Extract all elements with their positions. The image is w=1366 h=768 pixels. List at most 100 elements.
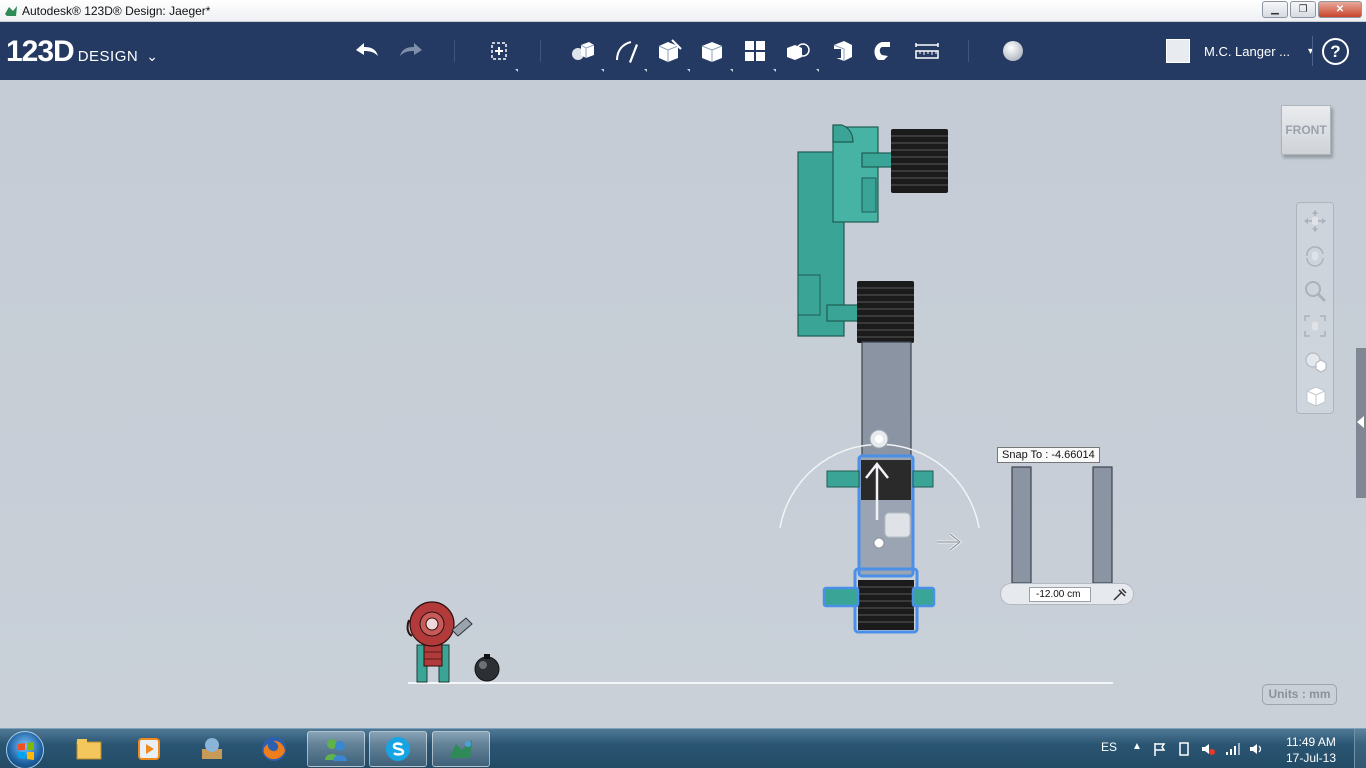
grouping-button[interactable] bbox=[781, 34, 815, 68]
fit-icon bbox=[1304, 315, 1326, 337]
toolbar-separator bbox=[454, 40, 455, 62]
navigation-bar bbox=[1296, 202, 1334, 414]
speaker-icon[interactable] bbox=[1248, 741, 1264, 757]
window-titlebar: Autodesk® 123D® Design: Jaeger* ▁ ❐ ✕ bbox=[0, 0, 1366, 22]
app-menu-logo[interactable]: 123D DESIGN ⌄ bbox=[6, 35, 158, 69]
123d-design-icon bbox=[450, 740, 472, 758]
avatar bbox=[1166, 39, 1190, 63]
logo-main: 123D bbox=[6, 35, 75, 68]
transform-icon bbox=[491, 42, 507, 60]
help-button[interactable]: ? bbox=[1322, 38, 1349, 65]
pattern-button[interactable] bbox=[738, 34, 772, 68]
orbit-button[interactable] bbox=[1301, 242, 1329, 270]
view-mode-icon bbox=[1305, 352, 1327, 373]
combine-icon bbox=[833, 41, 852, 61]
measure-icon bbox=[915, 43, 939, 59]
modify-icon bbox=[701, 42, 723, 62]
start-button[interactable] bbox=[6, 731, 44, 768]
language-indicator[interactable]: ES bbox=[1101, 740, 1117, 754]
clock-date: 17-Jul-13 bbox=[1285, 751, 1337, 765]
sketch-icon bbox=[616, 41, 638, 63]
dropdown-caret bbox=[644, 69, 647, 72]
media-player-icon bbox=[138, 738, 160, 760]
windows-taskbar: ES ▲ 11:49 AM 17-Jul-13 bbox=[0, 728, 1366, 768]
primitives-button[interactable] bbox=[565, 34, 599, 68]
material-icon bbox=[1003, 41, 1023, 61]
dimension-input[interactable] bbox=[1029, 587, 1091, 602]
chevron-down-icon: ⌄ bbox=[146, 48, 158, 64]
toolbar-separator bbox=[1312, 36, 1313, 66]
transform-button[interactable] bbox=[482, 34, 516, 68]
dropdown-caret bbox=[816, 69, 819, 72]
dropdown-caret bbox=[773, 69, 776, 72]
explorer-icon bbox=[76, 739, 102, 760]
black-knob-upper bbox=[891, 129, 948, 193]
view-mode-button[interactable] bbox=[1301, 347, 1329, 375]
network-icon[interactable] bbox=[1224, 741, 1240, 757]
pan-button[interactable] bbox=[1301, 207, 1329, 235]
grouping-icon bbox=[787, 43, 810, 60]
snap-button[interactable] bbox=[866, 34, 900, 68]
zoom-button[interactable] bbox=[1301, 277, 1329, 305]
undo-button[interactable] bbox=[350, 34, 384, 68]
user-name: M.C. Langer ... bbox=[1204, 43, 1290, 59]
taskbar-skype[interactable] bbox=[369, 731, 427, 767]
taskbar-media-player[interactable] bbox=[120, 731, 178, 767]
taskbar-explorer[interactable] bbox=[60, 731, 118, 767]
black-knob-middle bbox=[857, 281, 914, 343]
chevron-left-icon[interactable] bbox=[1357, 416, 1364, 428]
maximize-button[interactable]: ❐ bbox=[1290, 1, 1316, 18]
user-menu[interactable]: M.C. Langer ... ▾ bbox=[1166, 39, 1313, 63]
bomb-model bbox=[474, 654, 500, 682]
material-button[interactable] bbox=[996, 34, 1030, 68]
snap-tooltip: Snap To : -4.66014 bbox=[997, 447, 1100, 463]
3d-viewport[interactable]: FRONT Snap To: -4.66014 -12.00 cm Units… bbox=[0, 80, 1366, 728]
dropdown-caret bbox=[515, 69, 518, 72]
app-icon bbox=[5, 6, 17, 16]
taskbar-messenger[interactable] bbox=[307, 731, 365, 767]
skype-icon bbox=[386, 737, 410, 761]
measure-button[interactable] bbox=[910, 34, 944, 68]
selected-knob-lower bbox=[822, 567, 936, 634]
close-button[interactable]: ✕ bbox=[1318, 1, 1362, 18]
material-view-button[interactable] bbox=[1301, 382, 1329, 410]
minimize-button[interactable]: ▁ bbox=[1262, 1, 1288, 18]
redo-button[interactable] bbox=[394, 34, 428, 68]
toolbar-separator bbox=[968, 40, 969, 62]
messenger-icon bbox=[325, 739, 347, 761]
snap-tool-icon[interactable] bbox=[1111, 586, 1129, 604]
primitives-icon bbox=[572, 42, 595, 60]
show-desktop-button[interactable] bbox=[1354, 729, 1366, 768]
safely-remove-icon[interactable] bbox=[1176, 741, 1192, 757]
pattern-icon bbox=[745, 41, 765, 61]
modify-button[interactable] bbox=[695, 34, 729, 68]
bracket-part bbox=[1011, 466, 1113, 584]
construct-button[interactable] bbox=[652, 34, 686, 68]
selected-part bbox=[826, 454, 934, 578]
dropdown-caret bbox=[687, 69, 690, 72]
taskbar-tools[interactable] bbox=[183, 731, 241, 767]
sketch-button[interactable] bbox=[609, 34, 643, 68]
action-center-flag-icon[interactable] bbox=[1152, 741, 1168, 757]
combine-button[interactable] bbox=[824, 34, 858, 68]
units-indicator[interactable]: Units : mm bbox=[1262, 684, 1337, 705]
volume-alert-icon[interactable] bbox=[1200, 741, 1216, 757]
pan-icon bbox=[1304, 210, 1326, 232]
firefox-icon bbox=[262, 737, 286, 761]
fit-button[interactable] bbox=[1301, 312, 1329, 340]
scene-canvas bbox=[406, 124, 1113, 684]
logo-sub: DESIGN bbox=[77, 48, 139, 65]
app-toolbar: 123D DESIGN ⌄ M.C. Langer ... ▾ ? bbox=[0, 22, 1366, 80]
system-clock[interactable]: 11:49 AM 17-Jul-13 bbox=[1276, 734, 1346, 766]
dropdown-caret bbox=[601, 69, 604, 72]
taskbar-firefox[interactable] bbox=[245, 731, 303, 767]
tools-icon bbox=[202, 738, 222, 759]
construct-icon bbox=[658, 39, 682, 62]
taskbar-123d-design[interactable] bbox=[432, 731, 490, 767]
dropdown-caret bbox=[730, 69, 733, 72]
redo-icon bbox=[400, 43, 422, 56]
tray-expand-icon[interactable]: ▲ bbox=[1132, 741, 1142, 752]
viewcube[interactable]: FRONT bbox=[1281, 105, 1331, 155]
toolbar-separator bbox=[540, 40, 541, 62]
orbit-icon bbox=[1306, 246, 1324, 267]
